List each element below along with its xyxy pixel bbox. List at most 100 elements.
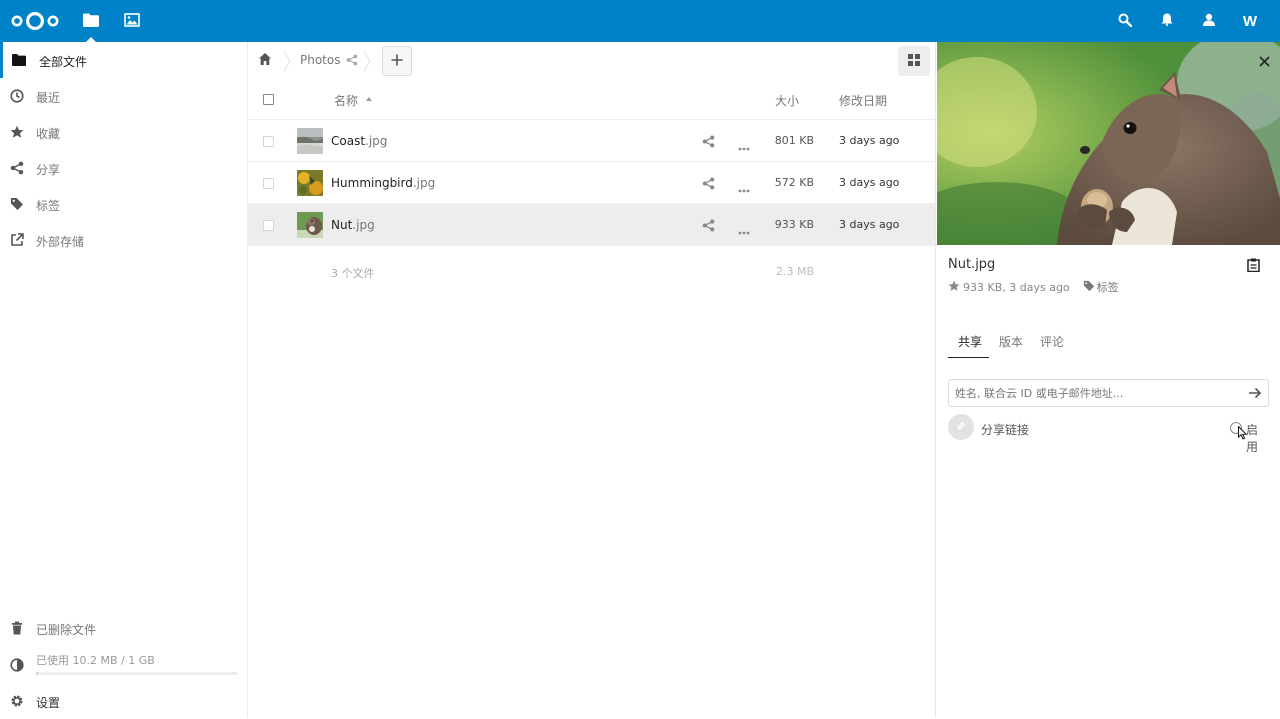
total-size-summary: 2.3 MB — [775, 265, 814, 278]
file-modified: 3 days ago — [839, 218, 900, 231]
share-with-field[interactable] — [948, 379, 1269, 407]
gallery-app-button[interactable] — [111, 0, 153, 42]
share-icon[interactable] — [702, 219, 715, 235]
pie-chart-icon — [10, 658, 24, 672]
column-modified-header[interactable]: 修改日期 — [839, 92, 887, 109]
star-icon — [10, 125, 24, 139]
sidebar-item-label: 收藏 — [36, 127, 61, 141]
sort-ascending-icon — [366, 97, 372, 101]
tag-icon — [10, 197, 24, 211]
external-icon — [10, 233, 24, 247]
sidebar-settings[interactable]: 设置 — [0, 683, 247, 719]
table-row[interactable]: Coast.jpg 801 KB 3 days ago — [248, 120, 935, 162]
contacts-icon — [1202, 13, 1216, 29]
enable-link-label[interactable]: 启用 — [1246, 421, 1269, 455]
breadcrumb-separator — [363, 50, 371, 72]
sidebar-item-recent[interactable]: 最近 — [0, 78, 247, 114]
contacts-button[interactable] — [1189, 0, 1229, 42]
share-icon[interactable] — [702, 135, 715, 151]
more-actions-icon[interactable] — [738, 140, 750, 154]
details-meta: 933 KB, 3 days ago 标签 — [948, 279, 1119, 295]
sidebar-item-shares[interactable]: 分享 — [0, 150, 247, 186]
file-modified: 3 days ago — [839, 176, 900, 189]
file-name[interactable]: Nut.jpg — [331, 218, 375, 232]
sidebar-item-label: 分享 — [36, 163, 61, 177]
share-icon — [10, 161, 24, 175]
grid-view-toggle[interactable] — [898, 46, 930, 76]
file-size: 572 KB — [774, 176, 814, 189]
tag-icon — [1083, 280, 1095, 295]
file-thumbnail — [297, 128, 323, 154]
tab-sharing[interactable]: 共享 — [958, 333, 982, 350]
new-file-button[interactable] — [382, 46, 412, 76]
file-thumbnail — [297, 170, 323, 196]
mouse-cursor-icon — [1238, 425, 1248, 443]
more-actions-icon[interactable] — [738, 224, 750, 238]
details-file-name: Nut.jpg — [948, 257, 996, 272]
sidebar-item-trash[interactable]: 已删除文件 — [0, 610, 247, 646]
sidebar-item-label: 全部文件 — [39, 55, 88, 69]
app-navigation: 全部文件 最近 收藏 分享 标签 外部存储 已删除文件 已使用 10.2 MB … — [0, 42, 248, 718]
clipboard-icon[interactable] — [1247, 258, 1260, 275]
share-with-input[interactable] — [949, 380, 1239, 406]
share-icon[interactable] — [346, 54, 358, 69]
grid-icon — [908, 53, 920, 69]
link-avatar — [948, 414, 974, 440]
tab-versions[interactable]: 版本 — [999, 333, 1023, 350]
link-icon — [955, 420, 967, 435]
sidebar-item-favorites[interactable]: 收藏 — [0, 114, 247, 150]
search-button[interactable] — [1105, 0, 1145, 42]
close-icon[interactable] — [1259, 52, 1270, 71]
file-count-summary: 3 个文件 — [331, 267, 375, 280]
sidebar-item-label: 标签 — [36, 199, 61, 213]
row-checkbox[interactable] — [263, 136, 274, 147]
file-name[interactable]: Coast.jpg — [331, 134, 387, 148]
bell-icon — [1161, 13, 1173, 29]
file-modified: 3 days ago — [839, 134, 900, 147]
tags-button[interactable]: 标签 — [1083, 279, 1119, 295]
column-size-header[interactable]: 大小 — [775, 92, 799, 109]
share-icon[interactable] — [702, 177, 715, 193]
share-link-row: 分享链接 启用 — [948, 414, 1269, 454]
file-name[interactable]: Hummingbird.jpg — [331, 176, 435, 190]
star-icon[interactable] — [948, 280, 960, 295]
active-tab-indicator — [948, 357, 989, 358]
tags-label: 标签 — [1096, 281, 1119, 294]
home-icon[interactable] — [258, 52, 272, 69]
sidebar-item-label: 最近 — [36, 91, 61, 105]
files-app-button[interactable] — [70, 0, 112, 42]
select-all-checkbox[interactable] — [263, 94, 274, 105]
user-menu-button[interactable]: W — [1230, 0, 1270, 42]
share-link-label: 分享链接 — [981, 423, 1030, 437]
file-preview-image — [937, 42, 1280, 245]
image-icon — [124, 12, 140, 30]
avatar: W — [1242, 12, 1258, 30]
file-size: 933 KB — [774, 218, 814, 231]
file-thumbnail — [297, 212, 323, 238]
nextcloud-logo-icon[interactable] — [11, 10, 59, 32]
tab-comments[interactable]: 评论 — [1040, 333, 1064, 350]
top-header: W — [0, 0, 1280, 42]
column-name-header[interactable]: 名称 — [334, 92, 358, 109]
details-tabs: 共享 版本 评论 — [948, 325, 1268, 359]
trash-icon — [10, 621, 24, 635]
sidebar-item-external-storage[interactable]: 外部存储 — [0, 222, 247, 258]
breadcrumb-folder[interactable]: Photos — [300, 53, 340, 67]
notifications-button[interactable] — [1147, 0, 1187, 42]
quota-progress-fill — [36, 672, 39, 675]
row-checkbox[interactable] — [263, 220, 274, 231]
gear-icon — [10, 694, 24, 708]
quota-progress-bar — [36, 672, 238, 675]
table-row[interactable]: Nut.jpg 933 KB 3 days ago — [248, 204, 935, 246]
file-size: 801 KB — [774, 134, 814, 147]
sidebar-item-all-files[interactable]: 全部文件 — [0, 42, 247, 78]
sidebar-item-tags[interactable]: 标签 — [0, 186, 247, 222]
more-actions-icon[interactable] — [738, 182, 750, 196]
sidebar-item-label: 已删除文件 — [36, 623, 97, 637]
sidebar-item-label: 外部存储 — [36, 235, 85, 249]
folder-icon — [12, 53, 26, 67]
row-checkbox[interactable] — [263, 178, 274, 189]
details-sidebar: Nut.jpg 933 KB, 3 days ago 标签 共享 版本 评论 姓… — [935, 42, 1280, 718]
arrow-right-icon[interactable] — [1248, 386, 1262, 403]
table-row[interactable]: Hummingbird.jpg 572 KB 3 days ago — [248, 162, 935, 204]
